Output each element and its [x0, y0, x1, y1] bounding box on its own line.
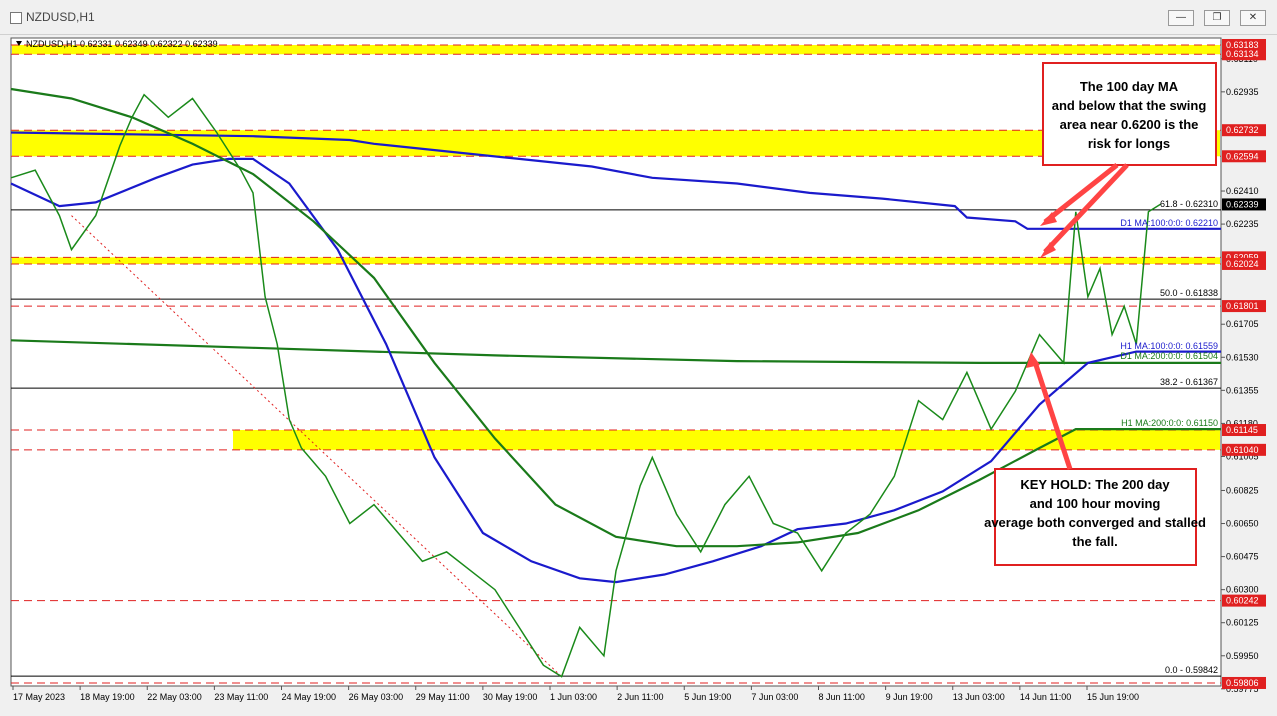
price-label-text: 0.61801	[1226, 301, 1259, 311]
ma-value-label: D1 MA:200:0:0: 0.61504	[1120, 351, 1218, 361]
minimize-button[interactable]: —	[1168, 10, 1194, 26]
callout-line: and below that the swing	[1052, 98, 1207, 113]
x-tick-label: 5 Jun 19:00	[684, 692, 731, 702]
y-tick-label: 0.60125	[1226, 618, 1259, 628]
x-tick-label: 18 May 19:00	[80, 692, 135, 702]
y-tick-label: 0.60650	[1226, 519, 1259, 529]
restore-button[interactable]: ❐	[1204, 10, 1230, 26]
x-tick-label: 29 May 11:00	[416, 692, 470, 702]
support-resistance-zone	[233, 430, 1220, 450]
y-tick-label: 0.60475	[1226, 552, 1259, 562]
y-tick-label: 0.61355	[1226, 385, 1259, 395]
callout-line: average both converged and stalled	[984, 515, 1206, 530]
fib-level-label: 0.0 - 0.59842	[1165, 665, 1218, 675]
x-tick-label: 14 Jun 11:00	[1020, 692, 1071, 702]
price-label-text: 0.62339	[1226, 199, 1259, 209]
price-label-text: 0.60242	[1226, 596, 1259, 606]
callout-line: and 100 hour moving	[1030, 496, 1161, 511]
x-tick-label: 8 Jun 11:00	[819, 692, 865, 702]
close-icon: ✕	[1248, 12, 1258, 23]
price-label-text: 0.61040	[1226, 445, 1259, 455]
ma-value-label: H1 MA:200:0:0: 0.61150	[1121, 418, 1218, 428]
y-tick-label: 0.62235	[1226, 219, 1259, 229]
price-label-text: 0.61145	[1226, 425, 1258, 435]
price-chart[interactable]: 61.8 - 0.62310 50.0 - 0.61838 38.2 - 0.613…	[0, 34, 1277, 716]
y-tick-label: 0.61705	[1226, 319, 1259, 329]
window-titlebar[interactable]: NZDUSD,H1 — ❐ ✕	[0, 0, 1277, 35]
window-title: NZDUSD,H1	[26, 10, 95, 24]
fib-level-label: 61.8 - 0.62310	[1160, 199, 1218, 209]
x-tick-label: 1 Jun 03:00	[550, 692, 597, 702]
support-resistance-zone	[12, 257, 1220, 264]
price-label-text: 0.63134	[1226, 49, 1259, 59]
terminal-window: NZDUSD,H1 — ❐ ✕ 61.8 - 0.62310 50.0 - 0.6…	[0, 0, 1277, 716]
x-tick-label: 2 Jun 11:00	[617, 692, 663, 702]
y-tick-label: 0.62410	[1226, 186, 1259, 196]
fib-level-label: 50.0 - 0.61838	[1160, 288, 1218, 298]
minimize-icon: —	[1176, 12, 1186, 23]
x-tick-label: 23 May 11:00	[214, 692, 268, 702]
x-tick-label: 17 May 2023	[13, 692, 65, 702]
callout-line: the fall.	[1072, 534, 1118, 549]
y-tick-label: 0.60300	[1226, 585, 1259, 595]
ma-value-label: H1 MA:100:0:0: 0.61559	[1120, 341, 1218, 351]
price-label-text: 0.62594	[1226, 151, 1259, 161]
callout-line: KEY HOLD: The 200 day	[1020, 477, 1170, 492]
chart-window-icon	[10, 12, 22, 24]
x-tick-label: 7 Jun 03:00	[751, 692, 798, 702]
x-tick-label: 13 Jun 03:00	[953, 692, 1005, 702]
x-tick-label: 30 May 19:00	[483, 692, 538, 702]
price-label-text: 0.62024	[1226, 259, 1259, 269]
x-tick-label: 15 Jun 19:00	[1087, 692, 1139, 702]
price-label-text: 0.59806	[1226, 678, 1259, 688]
y-tick-label: 0.62935	[1226, 87, 1259, 97]
price-label-text: 0.62732	[1226, 125, 1259, 135]
x-tick-label: 24 May 19:00	[282, 692, 337, 702]
y-tick-label: 0.59950	[1226, 651, 1259, 661]
x-tick-label: 9 Jun 19:00	[886, 692, 933, 702]
close-button[interactable]: ✕	[1240, 10, 1266, 26]
x-tick-label: 22 May 03:00	[147, 692, 202, 702]
symbol-header: NZDUSD,H1 0.62331 0.62349 0.62322 0.6233…	[26, 39, 218, 49]
restore-icon: ❐	[1212, 12, 1222, 23]
ma-value-label: D1 MA:100:0:0: 0.62210	[1120, 218, 1218, 228]
callout-line: risk for longs	[1088, 136, 1170, 151]
y-tick-label: 0.60825	[1226, 485, 1259, 495]
fib-level-label: 38.2 - 0.61367	[1160, 377, 1218, 387]
x-tick-label: 26 May 03:00	[349, 692, 404, 702]
callout-line: The 100 day MA	[1080, 79, 1179, 94]
callout-line: area near 0.6200 is the	[1060, 117, 1199, 132]
y-tick-label: 0.61530	[1226, 352, 1259, 362]
